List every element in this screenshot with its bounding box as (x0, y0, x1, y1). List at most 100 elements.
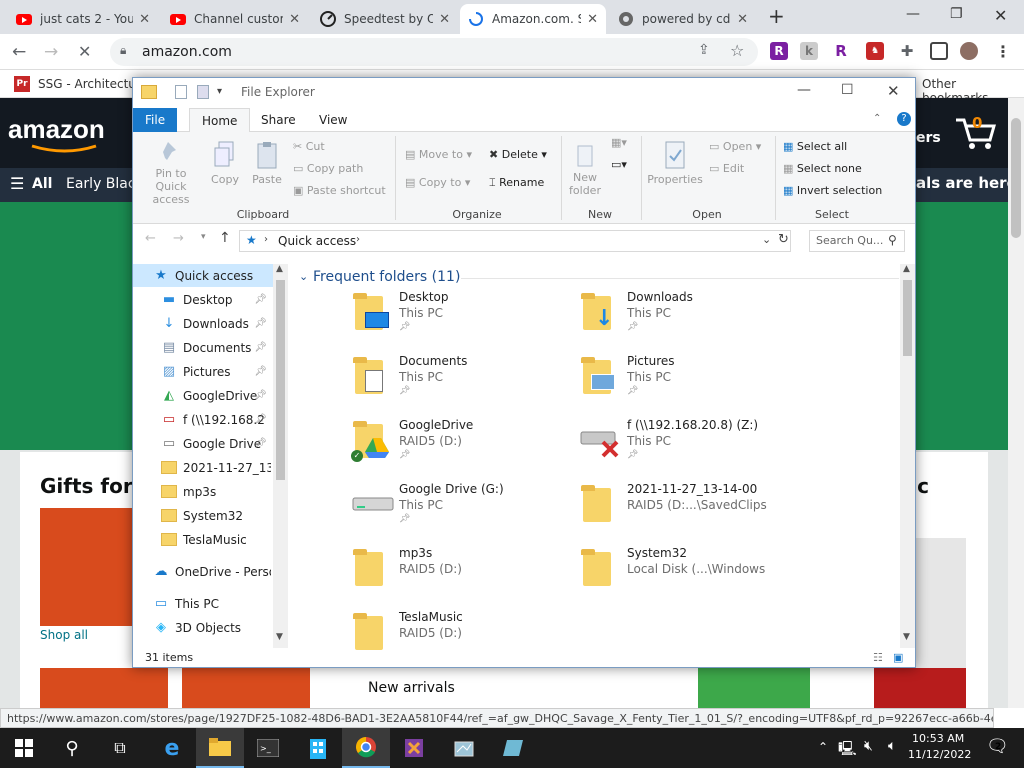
page-scrollbar[interactable] (1008, 98, 1024, 708)
tab-share[interactable]: Share (249, 108, 308, 132)
restore-icon[interactable]: ❐ (950, 6, 963, 22)
folder-tile[interactable]: Desktop This PC 📌︎ (351, 290, 571, 352)
remote-desktop-icon[interactable] (490, 728, 538, 768)
network-app-icon[interactable] (440, 728, 488, 768)
search-icon[interactable]: ⚲ (888, 233, 897, 247)
nav-item[interactable]: ▨ Pictures 📌︎ (133, 360, 271, 383)
select-all-button[interactable]: ▦ Select all (783, 140, 847, 153)
avatar[interactable] (960, 42, 978, 60)
up-icon[interactable]: ↑ (219, 230, 231, 246)
extension-r-icon[interactable]: R (770, 42, 788, 60)
extension-k-icon[interactable]: k (800, 42, 818, 60)
breadcrumb-chevron-icon[interactable]: › (264, 234, 268, 245)
browser-tab-active[interactable]: Amazon.com. S ✕ (460, 4, 606, 34)
search-icon[interactable]: ⚲ (48, 728, 96, 768)
forward-icon[interactable]: → (173, 231, 184, 246)
folder-tile[interactable]: Pictures This PC 📌︎ (579, 354, 799, 416)
deals-banner[interactable]: als are here (916, 174, 1017, 192)
nav-item[interactable]: ▤ Documents 📌︎ (133, 336, 271, 359)
building-app-icon[interactable] (294, 728, 342, 768)
pin-quick-access-button[interactable]: Pin to Quick access (139, 140, 203, 206)
rename-button[interactable]: ⌶ Rename (489, 176, 544, 190)
nav-item[interactable]: mp3s (133, 480, 271, 503)
terminal-icon[interactable]: >_ (244, 728, 292, 768)
paste-button[interactable]: Paste (247, 140, 287, 186)
folder-tile[interactable]: TeslaMusic RAID5 (D:) (351, 610, 571, 650)
folder-tile[interactable]: ↓ Downloads This PC 📌︎ (579, 290, 799, 352)
internet-explorer-icon[interactable]: e (148, 728, 196, 768)
nav-item[interactable]: ▭ This PC (133, 592, 271, 615)
quick-toolbar-chevron-icon[interactable]: ▾ (217, 86, 222, 97)
browser-tab[interactable]: Channel custom ✕ (162, 4, 308, 34)
product-image[interactable] (698, 668, 810, 708)
folder-tile[interactable]: Google Drive (G:) This PC 📌︎ (351, 482, 571, 544)
move-to-button[interactable]: ▤ Move to ▾ (405, 148, 472, 161)
orders-link[interactable]: ers (916, 130, 941, 146)
share-icon[interactable]: ⇪ (698, 42, 710, 58)
speaker-icon[interactable]: 🔈︎ (888, 738, 896, 754)
back-icon[interactable]: ← (145, 231, 156, 246)
amazon-logo[interactable]: amazon (8, 114, 105, 145)
folder-tile[interactable]: ✓ GoogleDrive RAID5 (D:) 📌︎ (351, 418, 571, 480)
maximize-icon[interactable]: ☐ (841, 82, 854, 98)
select-none-button[interactable]: ▦ Select none (783, 162, 862, 175)
delete-button[interactable]: ✖ Delete ▾ (489, 148, 547, 161)
tab-view[interactable]: View (307, 108, 359, 132)
collapse-chevron-icon[interactable]: ⌄ (299, 270, 308, 283)
search-box[interactable]: Search Qu... ⚲ (809, 230, 905, 252)
address-bar[interactable]: 🔒︎ amazon.com ⇪ ☆ (110, 38, 758, 66)
file-explorer-taskbar-icon[interactable] (196, 728, 244, 768)
back-icon[interactable]: ← (12, 42, 26, 62)
explorer-titlebar[interactable]: ▾ File Explorer — ☐ ✕ (133, 78, 915, 108)
close-icon[interactable]: ✕ (289, 12, 300, 27)
content-scrollbar[interactable]: ▲ ▼ (900, 264, 915, 648)
refresh-icon[interactable]: ↻ (778, 232, 789, 247)
copy-button[interactable]: Copy (207, 140, 243, 186)
address-box[interactable]: ★ › Quick access › ⌄ ↻ (239, 230, 791, 252)
task-view-icon[interactable]: ⧉ (96, 728, 144, 768)
properties-quick-icon[interactable] (175, 85, 187, 99)
new-tab-button[interactable]: + (768, 4, 785, 28)
menu-kebab-icon[interactable]: ⋮ (994, 42, 1012, 61)
easy-access-icon[interactable]: ▭▾ (611, 158, 627, 171)
nav-item[interactable]: ◈ 3D Objects (133, 616, 271, 639)
new-folder-button[interactable]: New folder (565, 140, 605, 197)
properties-button[interactable]: Properties (647, 140, 703, 186)
invert-selection-button[interactable]: ▦ Invert selection (783, 184, 882, 197)
folder-tile[interactable]: mp3s RAID5 (D:) (351, 546, 571, 608)
volume-muted-icon[interactable]: 🔇︎ (864, 738, 873, 754)
nav-item[interactable]: ▭ f (\\192.168.2 📌︎ (133, 408, 271, 431)
nav-item[interactable]: ▬ Desktop 📌︎ (133, 288, 271, 311)
folder-tile[interactable]: System32 Local Disk (...\Windows (579, 546, 799, 608)
chrome-icon[interactable] (342, 728, 390, 768)
close-icon[interactable]: ✕ (887, 82, 900, 100)
tab-home[interactable]: Home (189, 108, 251, 132)
new-folder-quick-icon[interactable] (197, 85, 209, 99)
close-icon[interactable]: ✕ (139, 12, 150, 27)
nav-all[interactable]: All (32, 176, 52, 192)
breadcrumb[interactable]: Quick access (278, 234, 356, 248)
details-view-icon[interactable]: ☷ (873, 651, 883, 664)
side-panel-icon[interactable] (930, 42, 948, 60)
start-windows-icon[interactable] (0, 728, 48, 768)
close-icon[interactable]: ✕ (587, 12, 598, 27)
help-icon[interactable]: ? (897, 112, 911, 126)
paste-shortcut-button[interactable]: ▣ Paste shortcut (293, 184, 386, 197)
hamburger-icon[interactable]: ☰ (10, 174, 24, 193)
chevron-down-icon[interactable]: ⌄ (762, 233, 771, 246)
nav-item[interactable]: ★ Quick access (133, 264, 273, 287)
product-image[interactable] (40, 508, 140, 626)
browser-tab[interactable]: powered by cdk ✕ (610, 4, 756, 34)
nav-item[interactable]: 2021-11-27_13-1 (133, 456, 271, 479)
url-text[interactable]: amazon.com (142, 44, 232, 60)
stop-loading-icon[interactable]: ✕ (78, 42, 91, 61)
copy-path-button[interactable]: ▭ Copy path (293, 162, 363, 175)
clock-time[interactable]: 10:53 AM (912, 732, 964, 745)
nav-scrollbar[interactable]: ▲ ▼ (273, 264, 288, 648)
close-window-icon[interactable]: ✕ (994, 6, 1007, 25)
shop-all-link[interactable]: Shop all (40, 628, 88, 642)
large-icons-view-icon[interactable]: ▣ (893, 651, 903, 664)
cut-button[interactable]: ✂︎ Cut (293, 140, 325, 153)
extension-badge-icon[interactable]: ♞ (866, 42, 884, 60)
product-image[interactable] (182, 668, 310, 708)
